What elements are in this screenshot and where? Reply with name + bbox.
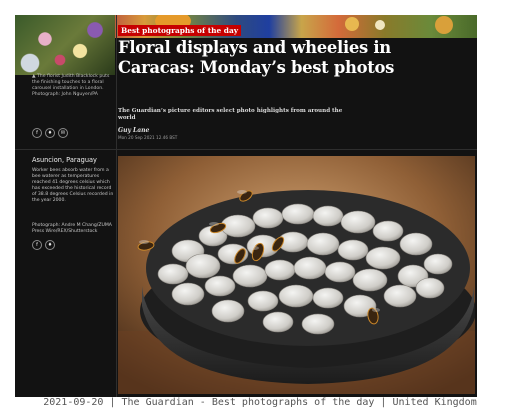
- photo-share-buttons: f ♦: [32, 240, 55, 250]
- photo-caption: Worker bees absorb water from a bee wate…: [32, 168, 114, 203]
- author-link[interactable]: Guy Lane: [118, 127, 149, 134]
- bee-waterer-photo: [118, 156, 475, 394]
- column-divider: [116, 15, 117, 397]
- photo-location: Asuncion, Paraguay: [32, 156, 97, 164]
- section-divider: [15, 149, 477, 150]
- twitter-icon[interactable]: ♦: [45, 240, 55, 250]
- twitter-icon[interactable]: ♦: [45, 128, 55, 138]
- facebook-icon[interactable]: f: [32, 240, 42, 250]
- page-title: Floral displays and wheelies in Caracas:…: [118, 38, 395, 77]
- thumbnail-caption: ▲ The florist Judith Blacklock puts the …: [32, 74, 110, 97]
- section-kicker[interactable]: Best photographs of the day: [118, 25, 242, 36]
- main-photo: [118, 156, 475, 394]
- email-icon[interactable]: ✉: [58, 128, 68, 138]
- share-buttons: f ♦ ✉: [32, 128, 68, 138]
- standfirst: The Guardian’s picture editors select ph…: [118, 108, 343, 122]
- publish-date: Mon 20 Sep 2021 12.46 BST: [118, 135, 178, 140]
- footer-caption: 2021-09-20 | The Guardian - Best photogr…: [43, 397, 477, 408]
- thumbnail-image: [15, 15, 115, 75]
- photo-credit: Photograph: Andre M Chang/ZUMA Press Wir…: [32, 223, 112, 234]
- facebook-icon[interactable]: f: [32, 128, 42, 138]
- article-page: ▲ The florist Judith Blacklock puts the …: [15, 15, 477, 397]
